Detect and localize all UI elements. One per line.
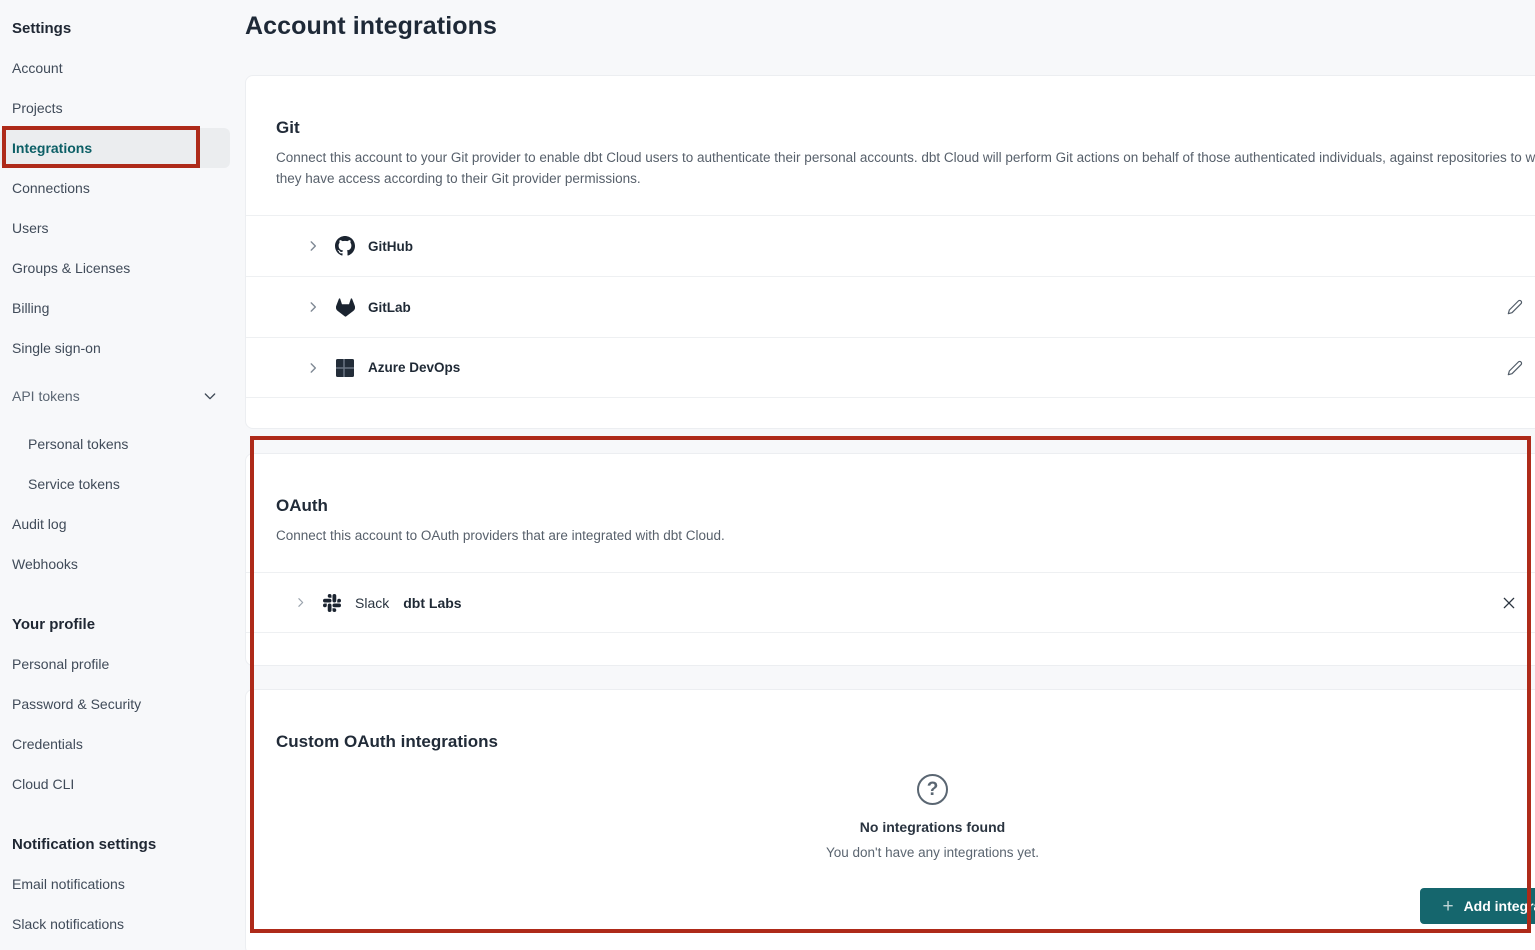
question-circle-icon: ?	[917, 774, 948, 805]
sidebar-item-service-tokens[interactable]: Service tokens	[0, 464, 230, 504]
oauth-provider-row-slack[interactable]: Slack dbt Labs	[246, 572, 1535, 633]
sidebar-item-audit-log[interactable]: Audit log	[0, 504, 230, 544]
custom-oauth-section-card: Custom OAuth integrations ? No integrati…	[245, 689, 1535, 950]
settings-sidebar: Settings Account Projects Integrations C…	[0, 0, 230, 944]
oauth-section-title: OAuth	[276, 496, 1535, 516]
empty-state: ? No integrations found You don't have a…	[246, 774, 1535, 860]
git-provider-row-github[interactable]: GitHub	[246, 215, 1535, 276]
add-integration-button[interactable]: + Add integration	[1420, 888, 1535, 924]
edit-button[interactable]	[1507, 299, 1523, 315]
github-icon	[335, 236, 355, 256]
sidebar-item-integrations[interactable]: Integrations	[0, 128, 230, 168]
provider-name: Azure DevOps	[368, 360, 460, 375]
sidebar-item-slack-notifications[interactable]: Slack notifications	[0, 904, 230, 944]
close-icon	[1501, 595, 1517, 611]
oauth-section-description: Connect this account to OAuth providers …	[246, 516, 1535, 546]
pencil-icon	[1507, 299, 1523, 315]
sidebar-item-webhooks[interactable]: Webhooks	[0, 544, 230, 584]
plus-icon: +	[1442, 897, 1453, 916]
sidebar-item-cloud-cli[interactable]: Cloud CLI	[0, 764, 230, 804]
sidebar-item-password-security[interactable]: Password & Security	[0, 684, 230, 724]
empty-state-title: No integrations found	[860, 819, 1005, 835]
git-section-title: Git	[276, 118, 1535, 138]
provider-name: GitHub	[368, 239, 413, 254]
sidebar-item-users[interactable]: Users	[0, 208, 230, 248]
chevron-right-icon	[306, 300, 320, 314]
sidebar-header-settings: Settings	[0, 8, 230, 48]
git-provider-row-azure-devops[interactable]: Azure DevOps	[246, 337, 1535, 398]
chevron-right-icon	[306, 361, 320, 375]
sidebar-item-groups-licenses[interactable]: Groups & Licenses	[0, 248, 230, 288]
sidebar-item-api-tokens[interactable]: API tokens	[0, 376, 230, 416]
sidebar-header-your-profile: Your profile	[0, 604, 230, 644]
main-content: Account integrations Git Connect this ac…	[230, 0, 1535, 950]
sidebar-header-notification-settings: Notification settings	[0, 824, 230, 864]
gitlab-icon	[335, 298, 355, 317]
sidebar-item-billing[interactable]: Billing	[0, 288, 230, 328]
chevron-down-icon	[202, 388, 218, 404]
git-provider-row-gitlab[interactable]: GitLab	[246, 276, 1535, 337]
sidebar-item-personal-tokens[interactable]: Personal tokens	[0, 424, 230, 464]
oauth-section-card: OAuth Connect this account to OAuth prov…	[245, 453, 1535, 666]
edit-button[interactable]	[1507, 360, 1523, 376]
provider-name: Slack	[355, 595, 389, 611]
sidebar-item-email-notifications[interactable]: Email notifications	[0, 864, 230, 904]
sidebar-item-single-sign-on[interactable]: Single sign-on	[0, 328, 230, 368]
remove-button[interactable]	[1501, 595, 1517, 611]
git-section-card: Git Connect this account to your Git pro…	[245, 75, 1535, 429]
chevron-right-icon	[306, 239, 320, 253]
custom-oauth-section-title: Custom OAuth integrations	[276, 732, 1535, 752]
azure-devops-icon	[335, 359, 355, 377]
empty-state-subtitle: You don't have any integrations yet.	[826, 845, 1039, 860]
sidebar-item-account[interactable]: Account	[0, 48, 230, 88]
add-integration-label: Add integration	[1464, 898, 1535, 914]
git-section-description: Connect this account to your Git provide…	[246, 138, 1535, 189]
sidebar-item-connections[interactable]: Connections	[0, 168, 230, 208]
provider-name: GitLab	[368, 300, 411, 315]
provider-org: dbt Labs	[403, 595, 461, 611]
page-title: Account integrations	[245, 12, 1535, 41]
sidebar-item-credentials[interactable]: Credentials	[0, 724, 230, 764]
sidebar-item-label: API tokens	[12, 388, 80, 404]
sidebar-item-projects[interactable]: Projects	[0, 88, 230, 128]
pencil-icon	[1507, 360, 1523, 376]
slack-icon	[322, 594, 342, 612]
chevron-right-icon	[294, 596, 307, 609]
sidebar-item-personal-profile[interactable]: Personal profile	[0, 644, 230, 684]
